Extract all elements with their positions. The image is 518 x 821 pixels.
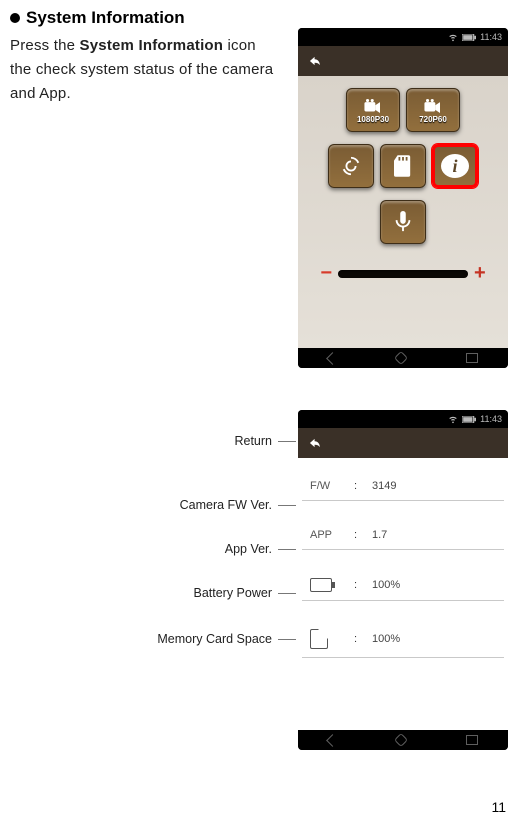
info-icon: i bbox=[441, 154, 469, 178]
sysinfo-content: F/W : 3149 APP : 1.7 : 100% bbox=[298, 458, 508, 730]
camera-icon bbox=[362, 97, 384, 115]
tile-microphone[interactable] bbox=[380, 200, 426, 244]
nav-recents-icon[interactable] bbox=[466, 353, 478, 363]
info-list: F/W : 3149 APP : 1.7 : 100% bbox=[298, 458, 508, 680]
callout-app: App Ver. bbox=[225, 542, 296, 556]
battery-value: 100% bbox=[372, 579, 496, 591]
android-navbar bbox=[298, 730, 508, 750]
slider-track[interactable] bbox=[338, 270, 468, 278]
leader-line bbox=[278, 505, 296, 506]
return-button[interactable] bbox=[304, 51, 324, 71]
microphone-icon bbox=[392, 213, 414, 231]
options-row: i bbox=[298, 144, 508, 188]
tile-720p60[interactable]: 720P60 bbox=[406, 88, 460, 132]
screen-area: 1080P30 720P60 i bbox=[298, 46, 508, 348]
leader-line bbox=[278, 593, 296, 594]
bullet-icon bbox=[10, 13, 20, 23]
nav-home-icon[interactable] bbox=[394, 733, 408, 747]
screenshot-sysinfo: 11:43 F/W : 3149 APP : 1.7 bbox=[298, 410, 508, 750]
callout-app-text: App Ver. bbox=[225, 542, 272, 556]
sd-card-level-icon bbox=[310, 629, 328, 649]
battery-icon bbox=[462, 34, 476, 41]
intro-bold: System Information bbox=[80, 37, 224, 54]
page-number: 11 bbox=[491, 799, 506, 815]
colon: : bbox=[354, 529, 362, 541]
screenshot-settings: 11:43 1080P30 720P60 bbox=[298, 28, 508, 368]
minus-icon: − bbox=[320, 262, 332, 285]
row-storage: : 100% bbox=[302, 629, 504, 658]
leader-line bbox=[278, 441, 296, 442]
clock-sync-icon bbox=[340, 157, 362, 175]
intro-paragraph: Press the System Information icon the ch… bbox=[10, 34, 280, 106]
return-icon bbox=[307, 54, 321, 68]
sd-card-icon bbox=[392, 157, 414, 175]
status-bar: 11:43 bbox=[298, 410, 508, 428]
battery-level-icon bbox=[310, 578, 332, 592]
callout-return: Return bbox=[234, 434, 296, 448]
storage-value: 100% bbox=[372, 633, 496, 645]
status-time: 11:43 bbox=[480, 32, 502, 42]
tile-sd-card[interactable] bbox=[380, 144, 426, 188]
nav-back-icon[interactable] bbox=[326, 352, 339, 365]
callout-fw-text: Camera FW Ver. bbox=[180, 498, 272, 512]
wifi-icon bbox=[448, 414, 458, 424]
row-firmware: F/W : 3149 bbox=[302, 480, 504, 501]
callout-return-text: Return bbox=[234, 434, 272, 448]
callout-battery-text: Battery Power bbox=[193, 586, 272, 600]
battery-icon bbox=[462, 416, 476, 423]
figures-column: 11:43 1080P30 720P60 bbox=[298, 28, 508, 792]
nav-recents-icon[interactable] bbox=[466, 735, 478, 745]
settings-content: 1080P30 720P60 i bbox=[298, 76, 508, 348]
section-heading: System Information bbox=[10, 8, 508, 28]
tile-label-1080p30: 1080P30 bbox=[357, 115, 389, 124]
battery-icon-cell bbox=[310, 578, 344, 592]
row-battery: : 100% bbox=[302, 578, 504, 601]
mic-row bbox=[298, 200, 508, 244]
callout-storage-text: Memory Card Space bbox=[157, 632, 272, 646]
sd-icon-cell bbox=[310, 629, 344, 649]
app-key: APP bbox=[310, 529, 344, 541]
app-topbar bbox=[298, 428, 508, 458]
screen-area: F/W : 3149 APP : 1.7 : 100% bbox=[298, 428, 508, 730]
status-time: 11:43 bbox=[480, 414, 502, 424]
plus-icon: + bbox=[474, 262, 486, 285]
return-icon bbox=[307, 436, 321, 450]
tile-system-info[interactable]: i bbox=[432, 144, 478, 188]
tile-1080p30[interactable]: 1080P30 bbox=[346, 88, 400, 132]
android-navbar bbox=[298, 348, 508, 368]
fw-value: 3149 bbox=[372, 480, 496, 492]
zoom-slider[interactable]: − + bbox=[298, 262, 508, 285]
resolution-row: 1080P30 720P60 bbox=[298, 88, 508, 132]
heading-text: System Information bbox=[26, 8, 185, 28]
callout-battery: Battery Power bbox=[193, 586, 296, 600]
leader-line bbox=[278, 639, 296, 640]
colon: : bbox=[354, 579, 362, 591]
wifi-icon bbox=[448, 32, 458, 42]
intro-pre: Press the bbox=[10, 37, 80, 54]
leader-line bbox=[278, 549, 296, 550]
camera-icon bbox=[422, 97, 444, 115]
return-button[interactable] bbox=[304, 433, 324, 453]
app-topbar bbox=[298, 46, 508, 76]
colon: : bbox=[354, 480, 362, 492]
nav-home-icon[interactable] bbox=[394, 351, 408, 365]
app-value: 1.7 bbox=[372, 529, 496, 541]
nav-back-icon[interactable] bbox=[326, 734, 339, 747]
callout-storage: Memory Card Space bbox=[157, 632, 296, 646]
row-app: APP : 1.7 bbox=[302, 529, 504, 550]
colon: : bbox=[354, 633, 362, 645]
status-bar: 11:43 bbox=[298, 28, 508, 46]
fw-key: F/W bbox=[310, 480, 344, 492]
tile-time-sync[interactable] bbox=[328, 144, 374, 188]
callout-fw: Camera FW Ver. bbox=[180, 498, 296, 512]
tile-label-720p60: 720P60 bbox=[419, 115, 447, 124]
